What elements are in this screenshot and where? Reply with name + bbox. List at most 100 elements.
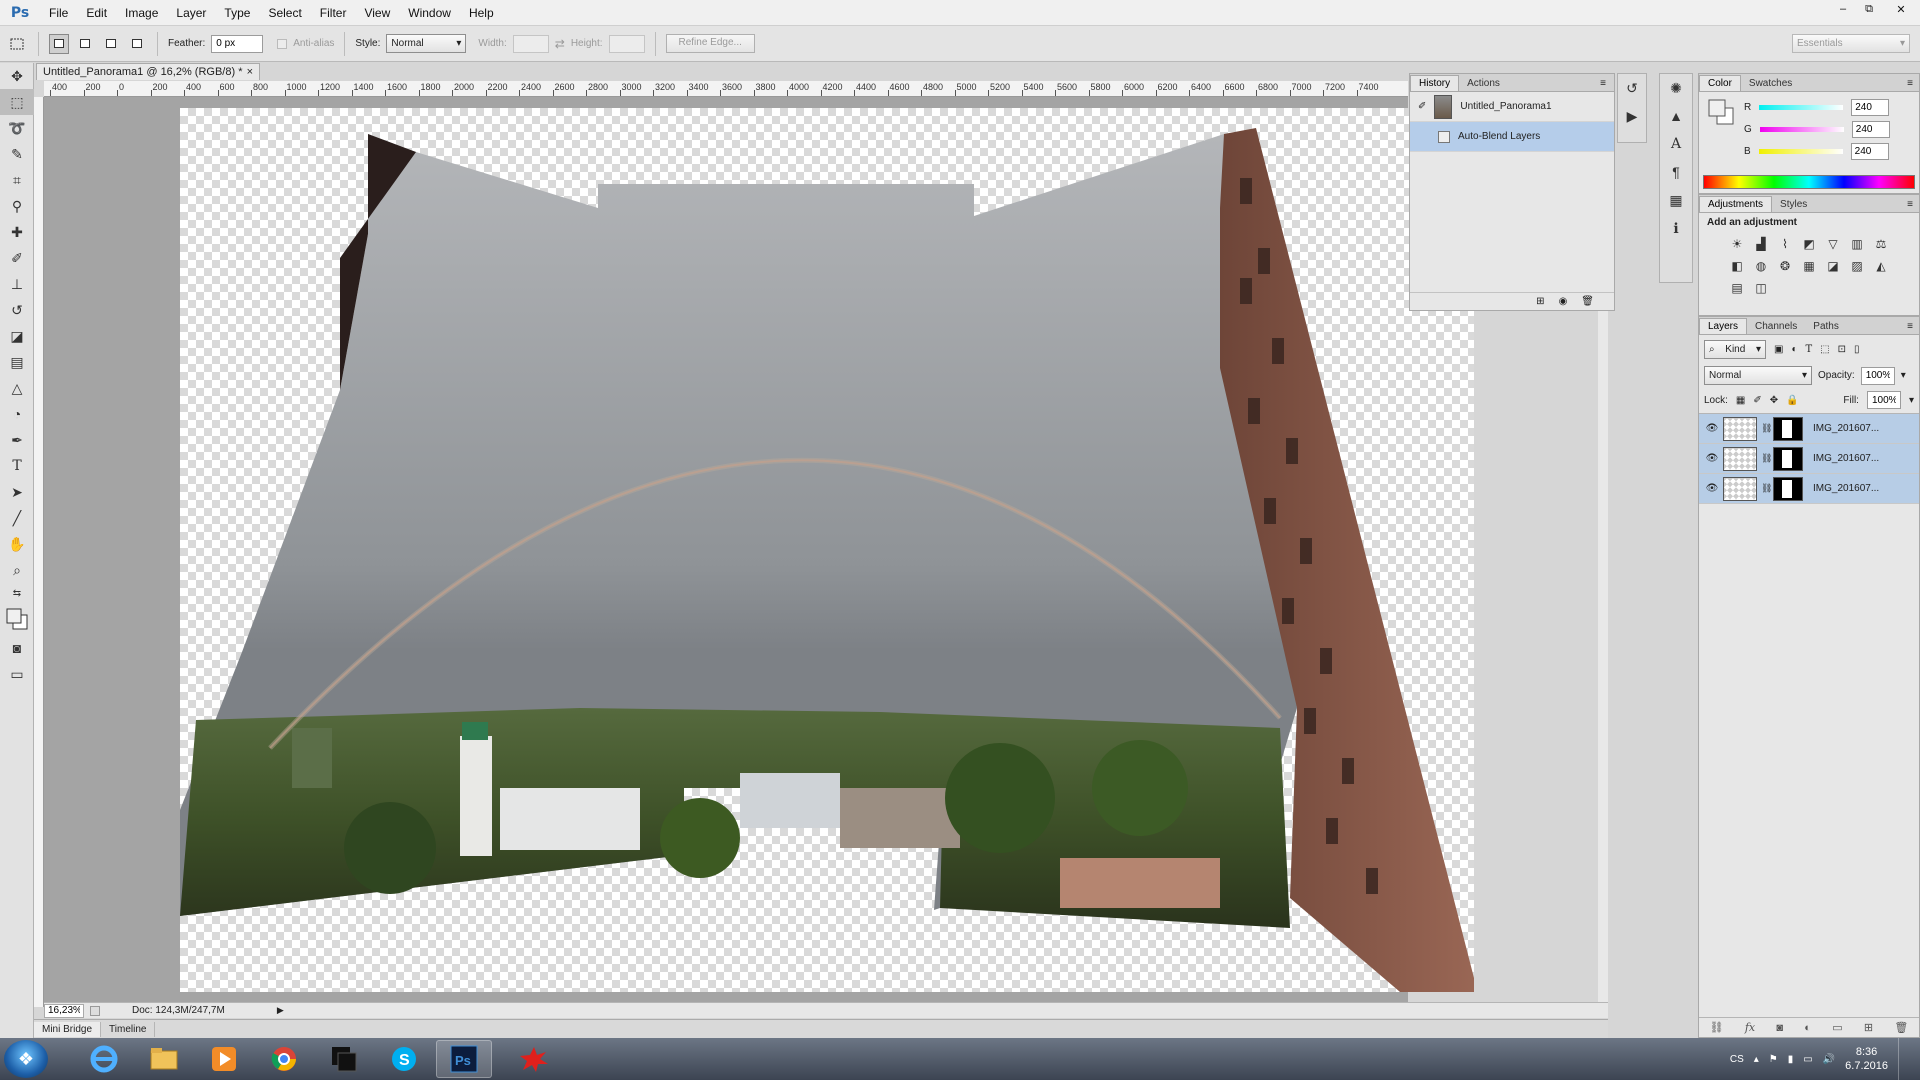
width-input[interactable] xyxy=(512,34,549,53)
pen-tool-icon[interactable]: ✒ xyxy=(0,427,34,453)
media-player-icon[interactable] xyxy=(196,1040,252,1078)
show-hidden-icons-icon[interactable]: ▴ xyxy=(1754,1054,1759,1065)
panel-menu-icon[interactable]: ≡ xyxy=(1901,197,1919,212)
menu-type[interactable]: Type xyxy=(215,0,259,26)
tab-paths[interactable]: Paths xyxy=(1805,319,1847,334)
info-panel-icon[interactable]: ℹ xyxy=(1660,214,1692,242)
eyedropper-tool-icon[interactable]: ⚲ xyxy=(0,193,34,219)
new-layer-icon[interactable]: ⊞ xyxy=(1864,1021,1873,1034)
green-slider[interactable] xyxy=(1759,126,1844,132)
brush-tool-icon[interactable]: ✐ xyxy=(0,245,34,271)
selective-color-icon[interactable]: ◫ xyxy=(1753,280,1769,296)
action-center-icon[interactable]: ⚑ xyxy=(1769,1054,1778,1065)
tab-color[interactable]: Color xyxy=(1699,75,1741,91)
tab-styles[interactable]: Styles xyxy=(1772,197,1815,212)
visibility-eye-icon[interactable]: 👁 xyxy=(1705,483,1719,494)
curves-icon[interactable]: ⌇ xyxy=(1777,236,1793,252)
crop-tool-icon[interactable]: ⌗ xyxy=(0,167,34,193)
new-group-icon[interactable]: ▭ xyxy=(1832,1021,1842,1034)
layer-row[interactable]: 👁 ⛓ IMG_201607... xyxy=(1699,474,1919,504)
path-selection-tool-icon[interactable]: ➤ xyxy=(0,479,34,505)
posterize-icon[interactable]: ▨ xyxy=(1849,258,1865,274)
menu-select[interactable]: Select xyxy=(259,0,310,26)
panel-menu-icon[interactable]: ≡ xyxy=(1901,76,1919,91)
filter-pixel-icon[interactable]: ▣ xyxy=(1774,344,1783,355)
panel-menu-icon[interactable]: ≡ xyxy=(1901,319,1919,334)
start-button-icon[interactable]: ❖ xyxy=(4,1040,48,1078)
photoshop-taskbar-icon[interactable]: Ps xyxy=(436,1040,492,1078)
lasso-tool-icon[interactable]: ➰ xyxy=(0,115,34,141)
tab-channels[interactable]: Channels xyxy=(1747,319,1805,334)
black-app-icon[interactable] xyxy=(316,1040,372,1078)
navigator-panel-icon[interactable]: ✺ xyxy=(1660,74,1692,102)
color-swatches-icon[interactable] xyxy=(0,603,34,635)
threshold-icon[interactable]: ◭ xyxy=(1873,258,1889,274)
link-layers-icon[interactable]: ⛓ xyxy=(1710,1021,1724,1034)
tab-actions[interactable]: Actions xyxy=(1459,76,1508,91)
history-snapshot[interactable]: ✐ Untitled_Panorama1 xyxy=(1410,92,1614,122)
green-value[interactable] xyxy=(1851,120,1890,138)
photo-filter-icon[interactable]: ◍ xyxy=(1753,258,1769,274)
network-icon[interactable]: ▮ xyxy=(1788,1054,1794,1065)
internet-explorer-icon[interactable] xyxy=(76,1040,132,1078)
levels-icon[interactable]: ▟ xyxy=(1753,236,1769,252)
color-lookup-icon[interactable]: ▦ xyxy=(1801,258,1817,274)
history-brush-tool-icon[interactable]: ↺ xyxy=(0,297,34,323)
rectangular-marquee-tool-icon[interactable]: ⬚ xyxy=(0,89,34,115)
menu-view[interactable]: View xyxy=(355,0,399,26)
keyboard-layout[interactable]: CS xyxy=(1730,1054,1744,1065)
blue-value[interactable] xyxy=(1850,142,1889,160)
filter-shape-icon[interactable]: ⬚ xyxy=(1820,344,1829,355)
tab-adjustments[interactable]: Adjustments xyxy=(1699,196,1773,212)
tab-mini-bridge[interactable]: Mini Bridge xyxy=(34,1021,102,1037)
type-tool-icon[interactable]: T xyxy=(0,453,34,479)
file-explorer-icon[interactable] xyxy=(136,1040,192,1078)
blur-tool-icon[interactable]: △ xyxy=(0,375,34,401)
lock-position-icon[interactable]: ✥ xyxy=(1770,395,1778,406)
minimize-button[interactable]: – xyxy=(1830,0,1856,18)
red-value[interactable] xyxy=(1851,98,1890,116)
dodge-tool-icon[interactable]: ◔ xyxy=(0,401,34,427)
clone-stamp-tool-icon[interactable]: ⊥ xyxy=(0,271,34,297)
lock-all-icon[interactable]: 🔒 xyxy=(1786,395,1798,406)
exposure-icon[interactable]: ◩ xyxy=(1801,236,1817,252)
restore-button[interactable]: ⧉ xyxy=(1856,0,1882,18)
gradient-map-icon[interactable]: ▤ xyxy=(1729,280,1745,296)
feather-input[interactable] xyxy=(211,34,264,53)
move-tool-icon[interactable]: ✥ xyxy=(0,63,34,89)
link-mask-icon[interactable]: ⛓ xyxy=(1761,453,1772,464)
document-tab[interactable]: Untitled_Panorama1 @ 16,2% (RGB/8) * × xyxy=(36,63,260,80)
history-brush-icon[interactable]: ✐ xyxy=(1418,101,1426,112)
tab-layers[interactable]: Layers xyxy=(1699,318,1748,334)
eraser-tool-icon[interactable]: ◪ xyxy=(0,323,34,349)
menu-help[interactable]: Help xyxy=(460,0,503,26)
status-menu-arrow-icon[interactable]: ▶ xyxy=(277,1005,284,1016)
new-selection-icon[interactable] xyxy=(49,33,69,54)
character-panel-icon[interactable]: A xyxy=(1660,130,1692,158)
menu-filter[interactable]: Filter xyxy=(311,0,356,26)
volume-icon[interactable]: 🔊 xyxy=(1823,1054,1835,1065)
gradient-tool-icon[interactable]: ▤ xyxy=(0,349,34,375)
tab-swatches[interactable]: Swatches xyxy=(1741,76,1800,91)
histogram-panel-icon[interactable]: ▲ xyxy=(1660,102,1692,130)
zoom-input[interactable] xyxy=(44,1003,84,1018)
color-spectrum[interactable] xyxy=(1703,175,1915,189)
new-adjustment-layer-icon[interactable]: ◐ xyxy=(1804,1022,1811,1034)
blend-mode-select[interactable]: Normal ▾ xyxy=(1704,366,1812,385)
history-item[interactable]: Auto-Blend Layers xyxy=(1410,122,1614,152)
kind-filter-select[interactable]: ⌕ Kind ▾ xyxy=(1704,340,1766,359)
menu-layer[interactable]: Layer xyxy=(167,0,215,26)
layer-mask-thumbnail[interactable] xyxy=(1773,446,1803,471)
fill-input[interactable] xyxy=(1866,391,1901,409)
blue-slider[interactable] xyxy=(1758,148,1843,154)
filter-type-icon[interactable]: T xyxy=(1806,344,1813,355)
color-balance-icon[interactable]: ⚖ xyxy=(1873,236,1889,252)
filter-smart-object-icon[interactable]: ⊡ xyxy=(1838,344,1846,355)
link-mask-icon[interactable]: ⛓ xyxy=(1761,423,1772,434)
workspace-select[interactable]: Essentials ▾ xyxy=(1792,34,1910,53)
close-document-icon[interactable]: × xyxy=(247,66,253,78)
swap-colors-icon[interactable]: ⇆ xyxy=(0,583,34,603)
link-mask-icon[interactable]: ⛓ xyxy=(1761,483,1772,494)
new-snapshot-icon[interactable]: ◉ xyxy=(1559,296,1568,307)
history-panel-icon[interactable]: ↺ xyxy=(1618,74,1646,102)
